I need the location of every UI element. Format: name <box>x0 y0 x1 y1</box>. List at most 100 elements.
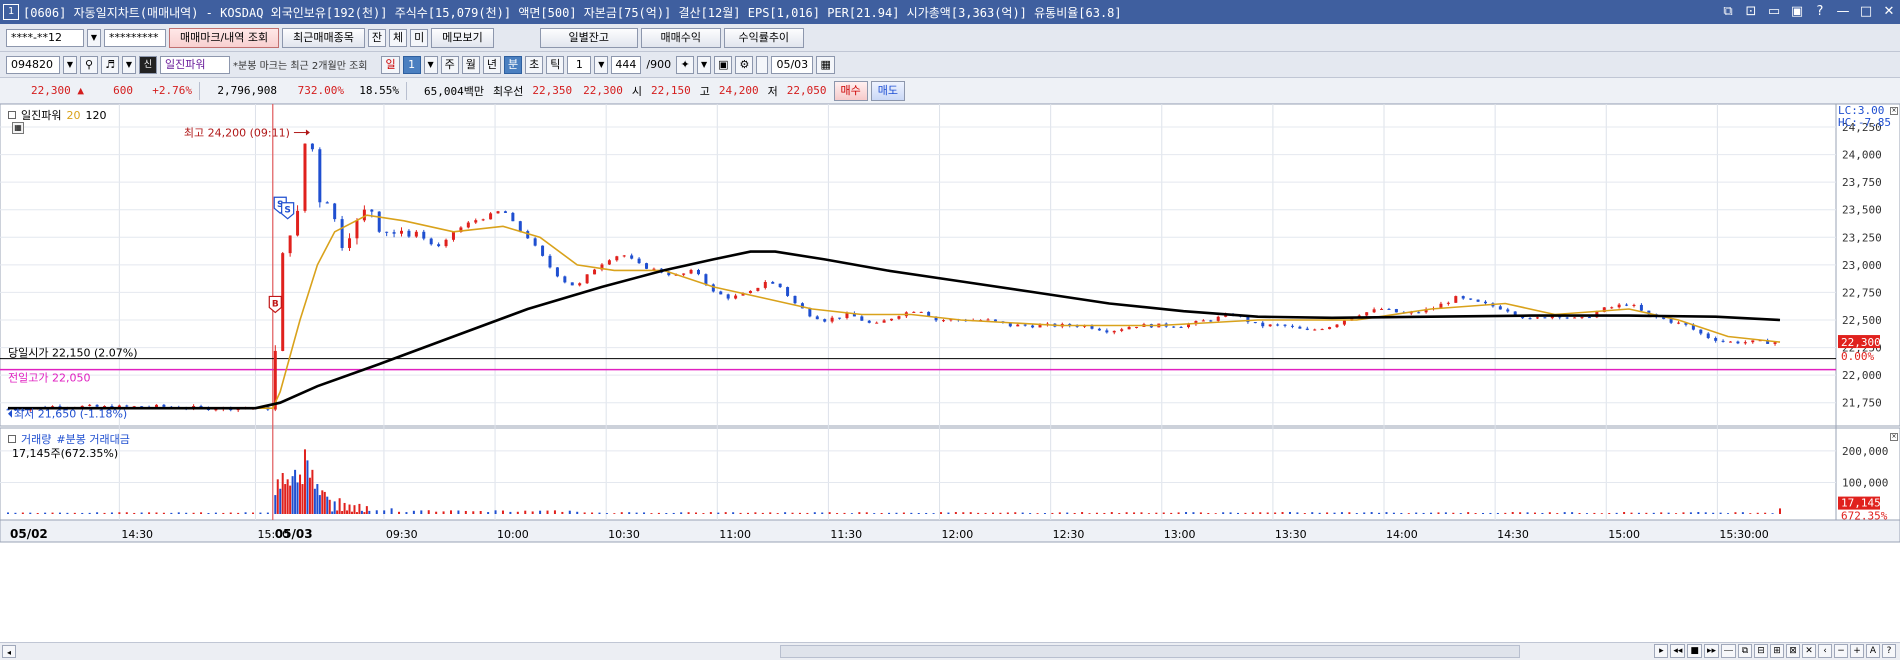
date-input[interactable]: 05/03 <box>771 55 814 74</box>
balance-button[interactable]: 잔 <box>367 28 387 47</box>
volume-bar <box>1467 512 1470 514</box>
chart-area[interactable]: 05/02 14:30 15:00 05/03 09:30 10:00 10:30 11:00… <box>0 104 1900 642</box>
period-day-tab[interactable]: 일 <box>381 55 400 74</box>
fast-forward-icon[interactable]: ▸▸ <box>1703 644 1719 658</box>
settings-icon[interactable]: ⚙ <box>735 55 754 74</box>
close-icon[interactable]: ✕ <box>1882 3 1896 21</box>
filled-button[interactable]: 체 <box>389 28 408 47</box>
minute-mark-note: *분봉 마크는 최근 2개월만 조회 <box>233 61 368 72</box>
volume-bar <box>509 511 512 514</box>
calendar-icon[interactable]: ▦ <box>816 55 835 74</box>
volume-bar <box>576 511 579 514</box>
grid-toggle-icon[interactable]: ▦ <box>12 122 24 134</box>
period-dropdown-icon[interactable]: ▼ <box>423 55 438 74</box>
copy-icon[interactable]: ⧉ <box>1738 644 1752 658</box>
search-icon[interactable]: ⚲ <box>80 55 98 74</box>
memo-button[interactable]: 메모보기 <box>431 27 494 48</box>
period-month-tab[interactable]: 월 <box>461 55 480 74</box>
volume-bar <box>546 510 549 514</box>
time-label: 05/02 <box>10 527 48 541</box>
range-slider-icon[interactable]: ⎯⎯ <box>1720 644 1736 658</box>
trade-profit-button[interactable]: 매매수익 <box>640 27 721 48</box>
help-icon[interactable]: ? <box>1813 3 1827 21</box>
scroll-help-icon[interactable]: ? <box>1882 644 1896 658</box>
period-year-tab[interactable]: 년 <box>482 55 501 74</box>
volume-bar <box>1014 512 1017 514</box>
code-dropdown-icon[interactable]: ▼ <box>63 55 77 74</box>
candle-body <box>95 404 99 407</box>
restore-window-icon[interactable]: ▭ <box>1767 3 1781 21</box>
price-volume-chart[interactable]: 05/02 14:30 15:00 05/03 09:30 10:00 10:30 11:00… <box>0 104 1900 642</box>
account-dropdown-icon[interactable]: ▼ <box>87 28 101 47</box>
sell-button[interactable]: 매도 <box>870 80 905 101</box>
candle-body <box>1565 317 1569 319</box>
rewind-icon[interactable]: ◂◂ <box>1670 644 1686 658</box>
candle-body <box>570 282 574 286</box>
frame-icon[interactable]: ⊠ <box>1786 644 1800 658</box>
account-select[interactable]: ****-**12 <box>6 28 84 47</box>
zoom-out-icon[interactable]: − <box>1834 644 1848 658</box>
play-icon[interactable]: ▸ <box>1654 644 1669 658</box>
layout-window-icon[interactable]: ▣ <box>1790 3 1804 21</box>
password-field[interactable]: ********* <box>104 28 166 47</box>
count-input[interactable]: 444 <box>611 55 642 74</box>
stop-icon[interactable]: ■ <box>1687 644 1702 658</box>
tile-window-icon[interactable]: ⧉ <box>1721 3 1735 21</box>
scroll-left-icon[interactable]: ◂ <box>2 645 16 658</box>
save-icon[interactable]: ▣ <box>714 55 733 74</box>
period-number[interactable]: 1 <box>402 55 421 74</box>
split-icon[interactable]: ⊟ <box>1754 644 1768 658</box>
link-window-icon[interactable]: ⊡ <box>1744 3 1758 21</box>
daily-balance-button[interactable]: 일별잔고 <box>539 27 638 48</box>
period-minute-tab[interactable]: 분 <box>503 55 523 74</box>
tools-dropdown-icon[interactable]: ▼ <box>697 55 712 74</box>
stock-code-input[interactable]: 094820 <box>6 55 60 74</box>
candle-body <box>875 322 879 324</box>
buy-button[interactable]: 매수 <box>833 80 868 101</box>
current-volume-pct: 672.35% <box>1841 510 1888 523</box>
candle-body <box>1105 330 1109 333</box>
zoom-in-icon[interactable]: + <box>1850 644 1864 658</box>
unfilled-button[interactable]: 미 <box>410 28 429 47</box>
remove-icon[interactable]: ✕ <box>1802 644 1816 658</box>
legend-checkbox-icon[interactable] <box>8 111 16 119</box>
time-scrollbar[interactable]: ◂ ▸ ◂◂ ■ ▸▸ ⎯⎯ ⧉ ⊟ ⊞ ⊠ ✕ ‹ − + A ? <box>0 642 1900 660</box>
maximize-icon[interactable]: □ <box>1859 3 1873 21</box>
candle-body <box>1179 326 1183 328</box>
candle-body <box>1335 324 1339 328</box>
scroll-thumb[interactable] <box>780 645 1520 658</box>
font-size-icon[interactable]: A <box>1866 644 1880 658</box>
back-icon[interactable]: ‹ <box>1818 644 1832 658</box>
interval-dropdown-icon[interactable]: ▼ <box>594 55 609 74</box>
volume-bar <box>680 512 683 514</box>
speaker-icon[interactable]: ♬ <box>101 55 119 74</box>
date-checkbox[interactable] <box>756 55 769 74</box>
speaker-dropdown-icon[interactable]: ▼ <box>122 55 136 74</box>
volume-bar <box>185 512 188 514</box>
tools-icon[interactable]: ✦ <box>676 55 695 74</box>
trade-mark-query-button[interactable]: 매매마크/내역 조회 <box>169 27 280 48</box>
candle-body <box>296 210 300 236</box>
candle-body <box>719 291 723 295</box>
recent-trades-button[interactable]: 최근매매종목 <box>282 27 365 48</box>
minimize-icon[interactable]: — <box>1836 3 1850 21</box>
volume-bar <box>746 512 749 514</box>
candle-body <box>377 211 381 232</box>
candle-body <box>823 319 827 322</box>
volume-bar <box>103 512 106 514</box>
current-price-tag-label: 22,300 <box>1841 336 1881 349</box>
trade-amount: 65,004백만 <box>424 84 484 98</box>
grid-icon[interactable]: ⊞ <box>1770 644 1784 658</box>
chart-close-icon[interactable]: × <box>1890 107 1898 115</box>
stock-name: 일진파워 <box>160 55 230 74</box>
period-tick-tab[interactable]: 틱 <box>546 55 565 74</box>
volume-bar <box>702 513 705 514</box>
volume-close-icon[interactable]: × <box>1890 433 1898 441</box>
period-week-tab[interactable]: 주 <box>440 55 459 74</box>
interval-input[interactable]: 1 <box>567 55 592 74</box>
return-trend-button[interactable]: 수익률추이 <box>723 27 804 48</box>
period-second-tab[interactable]: 초 <box>525 55 544 74</box>
candle-body <box>986 319 990 321</box>
volume-legend-checkbox-icon[interactable] <box>8 435 16 443</box>
candle-body <box>1253 322 1257 324</box>
